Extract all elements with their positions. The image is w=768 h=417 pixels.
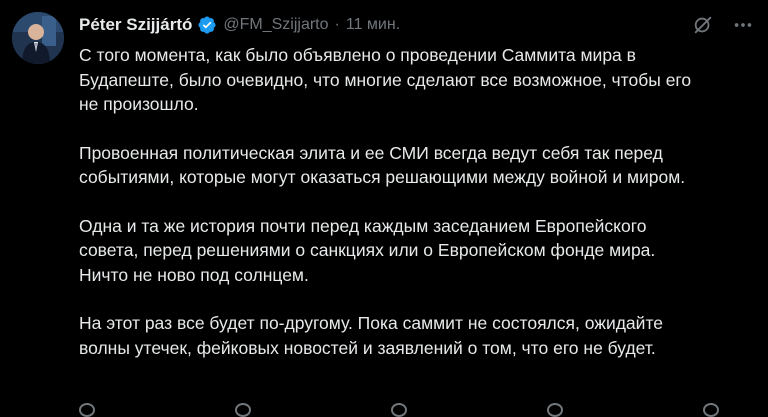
- verified-badge-icon[interactable]: [197, 15, 217, 35]
- author-handle[interactable]: @FM_Szijjarto: [223, 16, 328, 34]
- reply-icon[interactable]: [79, 403, 95, 417]
- like-icon[interactable]: [391, 403, 407, 417]
- tweet-header: Péter Szijjártó @FM_Szijjarto · 11 мин.: [79, 12, 400, 38]
- repost-icon[interactable]: [235, 403, 251, 417]
- tweet-paragraph: Провоенная политическая элита и ее СМИ в…: [79, 142, 686, 188]
- grok-icon[interactable]: [692, 14, 714, 36]
- avatar-photo-icon: [12, 12, 64, 64]
- tweet-paragraph: С того момента, как было объявлено о про…: [79, 45, 692, 114]
- timestamp[interactable]: 11 мин.: [346, 16, 400, 34]
- separator-dot: ·: [334, 16, 340, 33]
- share-icon[interactable]: [703, 403, 719, 417]
- tweet-paragraph: Одна и та же история почти перед каждым …: [79, 215, 656, 285]
- tweet-actions: [692, 14, 754, 36]
- views-icon[interactable]: [547, 403, 563, 417]
- tweet-text: С того момента, как было объявлено о про…: [79, 43, 759, 384]
- tweet: Péter Szijjártó @FM_Szijjarto · 11 мин.: [0, 0, 768, 417]
- more-options-icon[interactable]: [732, 14, 754, 36]
- avatar[interactable]: [12, 12, 64, 64]
- tweet-paragraph: На этот раз все будет по-другому. Пока с…: [79, 313, 663, 358]
- author-name[interactable]: Péter Szijjártó: [79, 15, 192, 35]
- engagement-bar: [79, 403, 719, 417]
